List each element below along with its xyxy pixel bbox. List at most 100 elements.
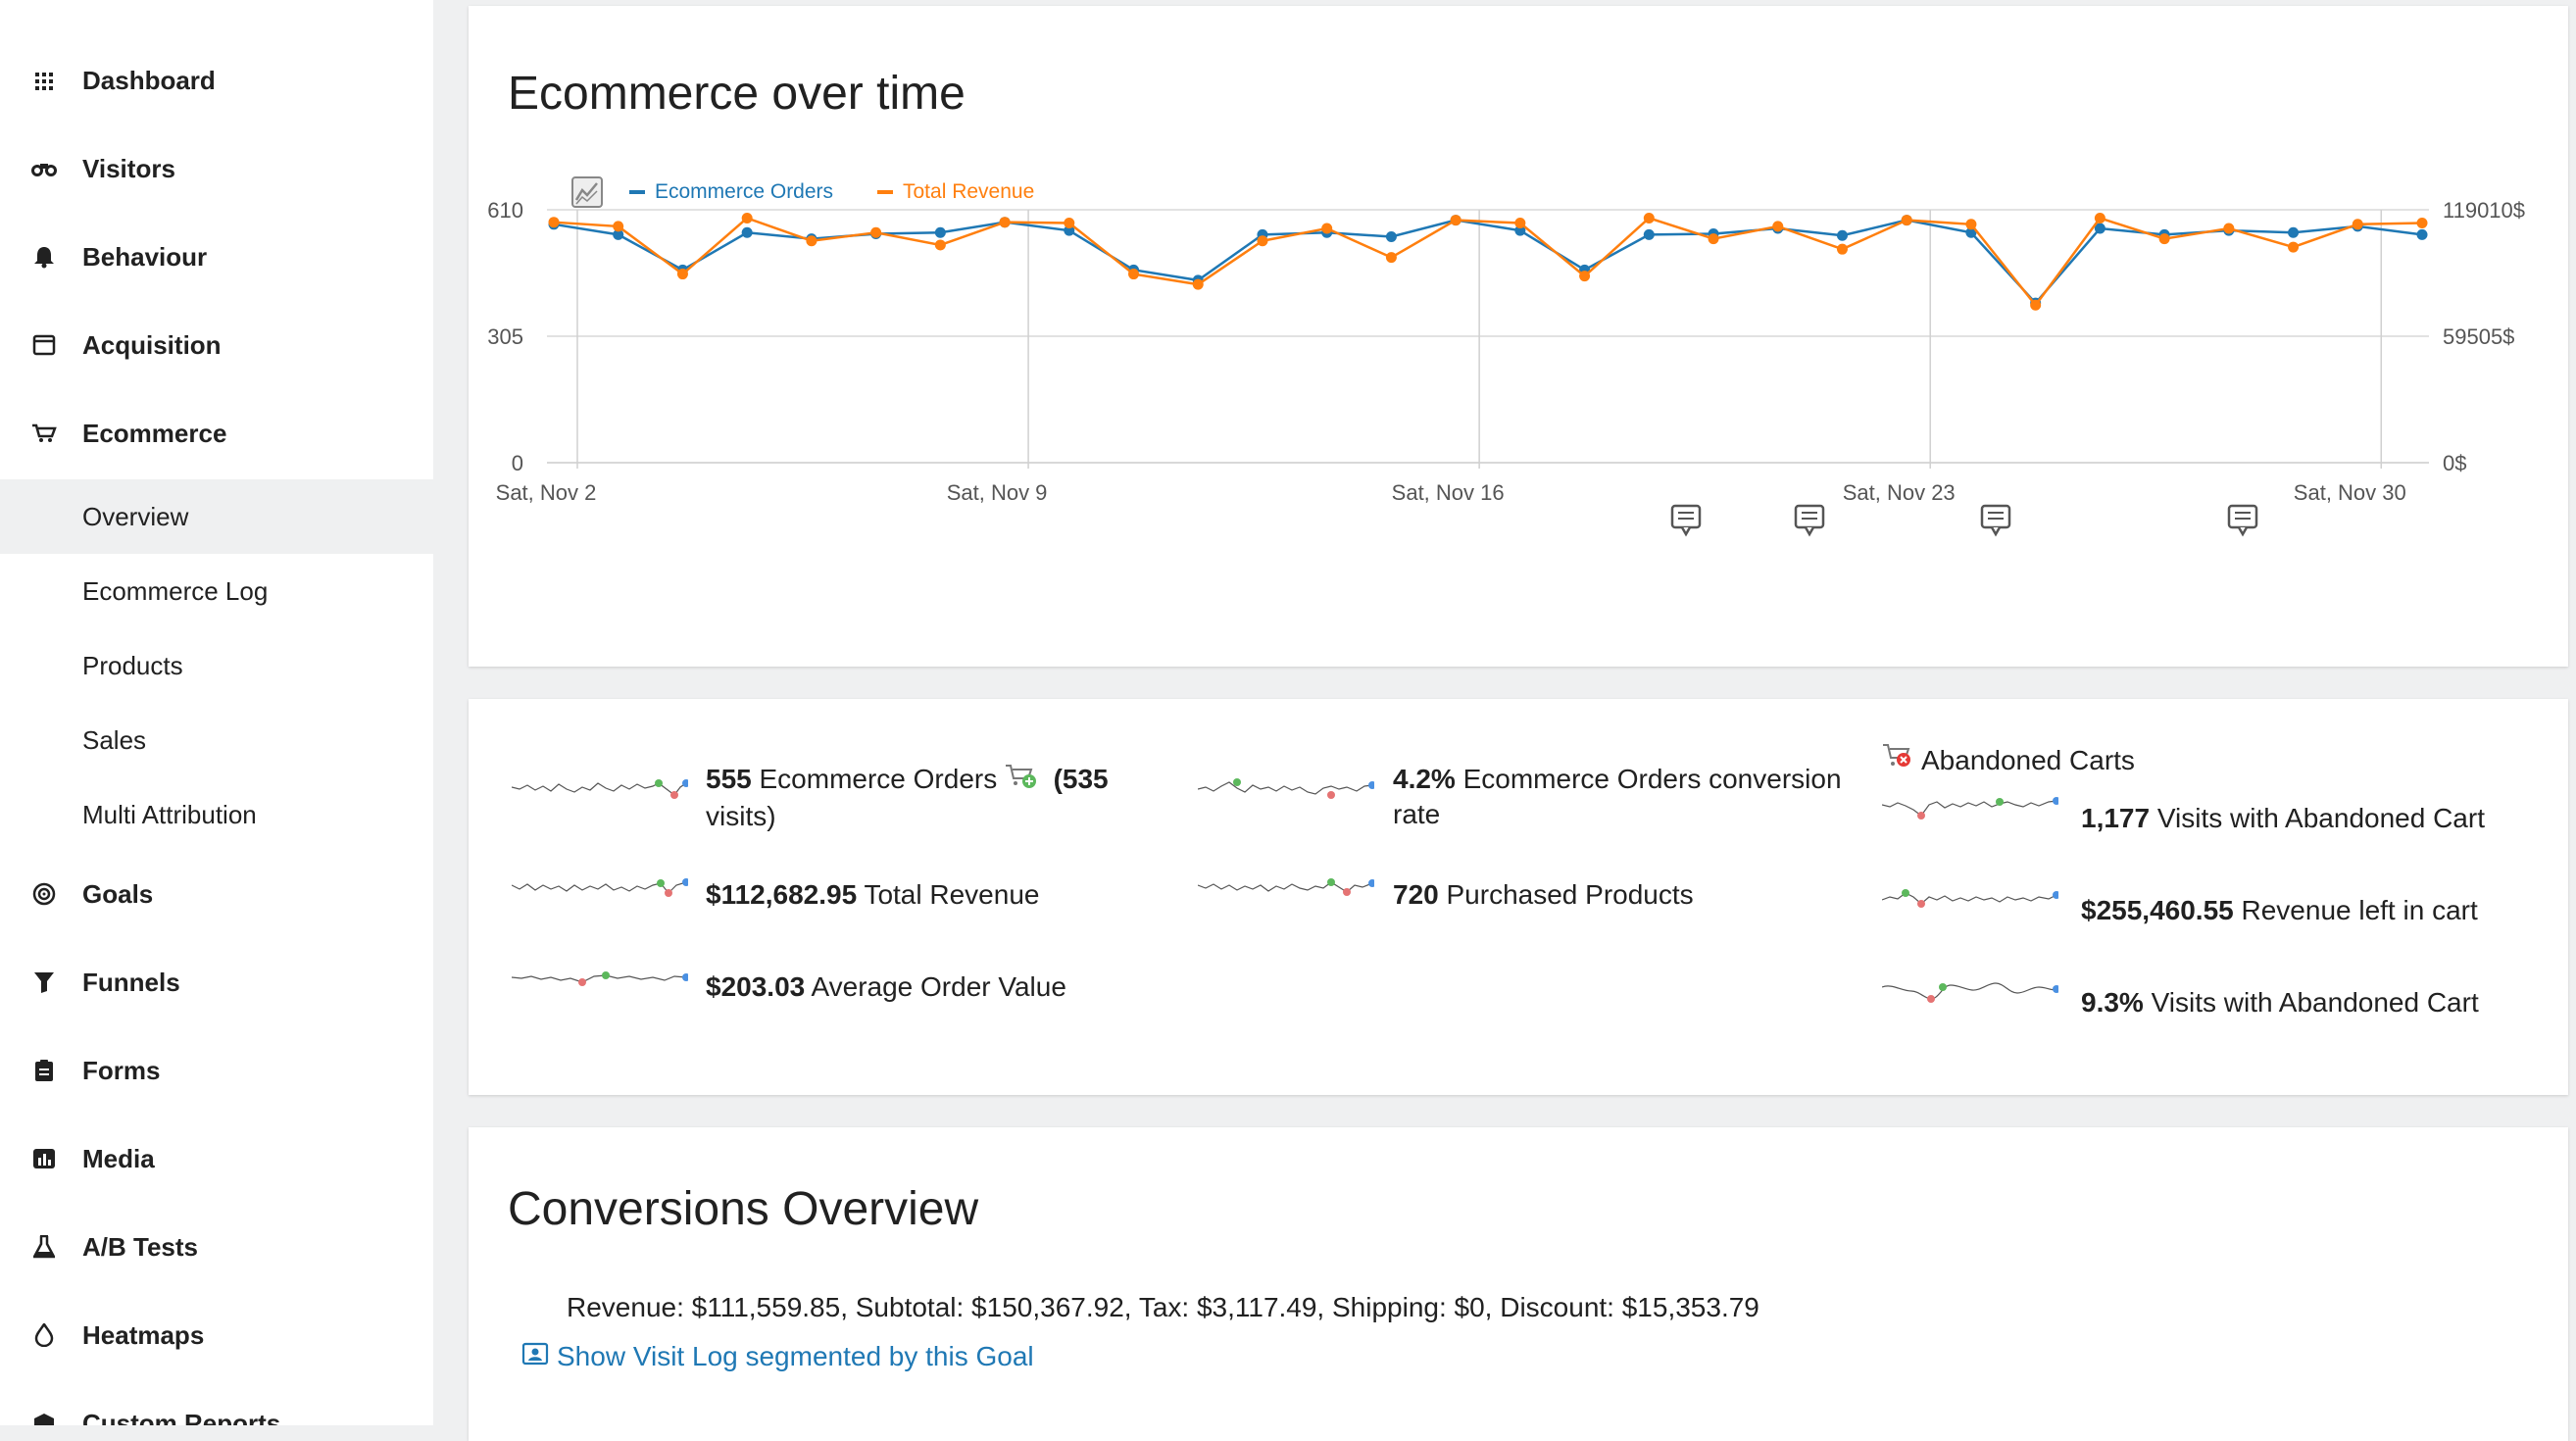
nav-ab-tests[interactable]: A/B Tests xyxy=(0,1208,433,1286)
card-title: Conversions Overview xyxy=(508,1183,979,1235)
data-point xyxy=(2223,223,2235,234)
annotation-icon[interactable] xyxy=(1980,504,2011,537)
nav-label: Media xyxy=(82,1143,155,1173)
data-point xyxy=(2288,241,2300,253)
nav-label: Heatmaps xyxy=(82,1319,205,1350)
nav-label: Forms xyxy=(82,1055,161,1085)
y-tick-label: 610 xyxy=(487,198,523,223)
cart-remove-icon xyxy=(1882,742,1915,778)
nav-heatmaps[interactable]: Heatmaps xyxy=(0,1296,433,1374)
y2-tick-label: 0$ xyxy=(2443,451,2466,475)
subnav-overview[interactable]: Overview xyxy=(0,479,433,554)
section-header: Abandoned Carts xyxy=(1921,744,2135,775)
binoculars-icon xyxy=(29,154,59,183)
subnav-label: Multi Attribution xyxy=(82,799,257,829)
data-point xyxy=(1514,218,1526,229)
data-point xyxy=(1772,221,1784,232)
y-tick-label: 0 xyxy=(512,451,523,475)
flame-icon xyxy=(29,1320,59,1350)
x-tick-label: Sat, Nov 30 xyxy=(2294,480,2406,505)
metric-label: Purchased Products xyxy=(1446,879,1694,910)
nav-forms[interactable]: Forms xyxy=(0,1031,433,1110)
media-chart-icon xyxy=(29,1144,59,1173)
nav-media[interactable]: Media xyxy=(0,1119,433,1198)
visit-log-link[interactable]: Show Visit Log segmented by this Goal xyxy=(521,1341,1034,1372)
data-point xyxy=(1643,212,1655,224)
x-tick-label: Sat, Nov 2 xyxy=(496,480,597,505)
evolution-chart: 610 119010$ 305 59505$ 0 0$ Sat, Nov 2 Sat, Nov… xyxy=(487,198,2525,537)
metric-value: 9.3% xyxy=(2081,987,2144,1018)
link-label: Show Visit Log segmented by this Goal xyxy=(557,1341,1034,1371)
sparkline xyxy=(1882,797,2058,820)
metric-value: $203.03 xyxy=(706,971,806,1002)
metric-text: 1,177 Visits with Abandoned Cart xyxy=(2081,801,2485,836)
sparkline xyxy=(1198,878,1374,896)
nav-funnels[interactable]: Funnels xyxy=(0,943,433,1021)
clipboard-icon xyxy=(29,1056,59,1085)
nav-label: Acquisition xyxy=(82,329,222,360)
data-point xyxy=(934,239,946,251)
metric-text: 4.2% Ecommerce Orders conversion rate xyxy=(1393,762,1854,832)
annotation-icon[interactable] xyxy=(1794,504,1825,537)
data-point xyxy=(1965,219,1977,230)
sparkline xyxy=(1198,778,1374,799)
nav-behaviour[interactable]: Behaviour xyxy=(0,218,433,296)
subnav-multi-attribution[interactable]: Multi Attribution xyxy=(0,777,433,852)
sparklines-card: 555 Ecommerce Orders (535 visits) $112,68… xyxy=(469,699,2568,1095)
nav-visitors[interactable]: Visitors xyxy=(0,129,433,208)
data-point xyxy=(1450,215,1461,226)
metric-label: Ecommerce Orders conversion xyxy=(1462,764,1842,794)
data-point xyxy=(1708,233,1719,245)
metric-text: $112,682.95 Total Revenue xyxy=(706,877,1039,913)
sparkline xyxy=(1882,889,2058,908)
metric-extra-suffix: visits) xyxy=(706,801,776,832)
data-point xyxy=(1128,269,1140,280)
subnav-sales[interactable]: Sales xyxy=(0,703,433,777)
nav-goals[interactable]: Goals xyxy=(0,855,433,933)
cart-icon xyxy=(29,419,59,448)
data-point xyxy=(934,226,946,238)
box-icon xyxy=(29,1409,59,1425)
series-line xyxy=(553,216,2423,308)
metric-label: Visits with Abandoned Cart xyxy=(2151,987,2479,1018)
sparkline xyxy=(1882,982,2058,1003)
metric-value: $255,460.55 xyxy=(2081,895,2234,925)
annotation-icon[interactable] xyxy=(1670,504,1702,537)
subnav-ecommerce-log[interactable]: Ecommerce Log xyxy=(0,554,433,628)
annotation-icon[interactable] xyxy=(2227,504,2258,537)
data-point xyxy=(1836,243,1848,255)
metric-value: 720 xyxy=(1393,879,1439,910)
data-point xyxy=(2288,226,2300,238)
nav-label: Goals xyxy=(82,878,154,909)
flask-icon xyxy=(29,1232,59,1262)
visitor-profile-icon xyxy=(521,1341,549,1372)
subnav-products[interactable]: Products xyxy=(0,628,433,703)
browser-window-icon xyxy=(29,330,59,360)
data-point xyxy=(1836,229,1848,241)
subnav-label: Sales xyxy=(82,724,147,755)
abandoned-carts-header: Abandoned Carts xyxy=(1882,742,2135,778)
data-point xyxy=(548,217,560,228)
nav-acquisition[interactable]: Acquisition xyxy=(0,306,433,384)
nav-label: Custom Reports xyxy=(82,1408,281,1426)
data-point xyxy=(1385,252,1397,264)
data-point xyxy=(741,212,753,224)
data-point xyxy=(613,221,624,232)
nav-ecommerce[interactable]: Ecommerce xyxy=(0,394,433,472)
data-point xyxy=(2158,233,2170,245)
metric-label: Ecommerce Orders xyxy=(759,764,998,794)
y2-tick-label: 59505$ xyxy=(2443,324,2514,349)
nav-custom-reports[interactable]: Custom Reports xyxy=(0,1384,433,1425)
x-tick-label: Sat, Nov 16 xyxy=(1392,480,1505,505)
subnav-label: Products xyxy=(82,650,183,680)
data-point xyxy=(2094,212,2105,224)
conversion-summary: Revenue: $111,559.85, Subtotal: $150,367… xyxy=(567,1292,1759,1322)
data-point xyxy=(2030,299,2042,311)
evolution-card: Ecommerce over time Ecommerce Orders Tot… xyxy=(469,6,2568,667)
funnel-icon xyxy=(29,968,59,997)
x-tick-label: Sat, Nov 23 xyxy=(1843,480,1956,505)
target-icon xyxy=(29,879,59,909)
data-point xyxy=(676,269,688,280)
nav-dashboard[interactable]: Dashboard xyxy=(0,41,433,120)
nav-label: Funnels xyxy=(82,967,180,997)
